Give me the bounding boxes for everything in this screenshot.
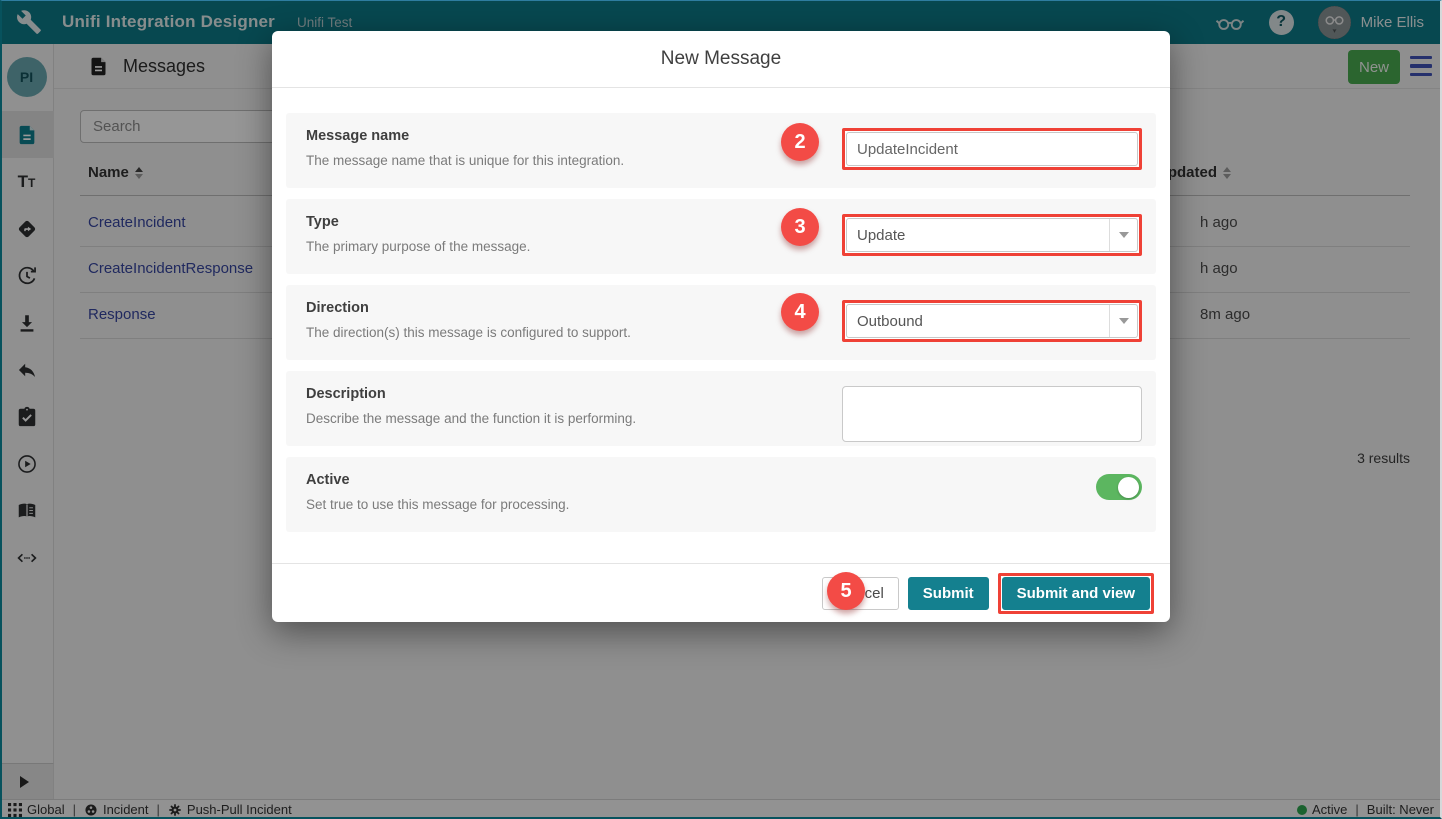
field-description: Set true to use this message for process… [306, 497, 570, 512]
chevron-down-icon [1118, 232, 1129, 238]
field-description: The direction(s) this message is configu… [306, 325, 631, 340]
field-description: The message name that is unique for this… [306, 153, 625, 168]
selected-value: Update [857, 226, 906, 244]
dialog-header: New Message [272, 31, 1170, 88]
field-row-direction: Direction The direction(s) this message … [286, 285, 1156, 360]
application-window: Unifi Integration Designer Unifi Test ? … [0, 0, 1442, 819]
red-highlight-box: Outbound [842, 300, 1142, 342]
selected-value: Outbound [857, 312, 923, 330]
field-label: Description [306, 386, 386, 402]
new-message-dialog: New Message Message name The message nam… [272, 31, 1170, 622]
annotation-step-2: 2 [781, 123, 819, 161]
submit-and-view-button[interactable]: Submit and view [1001, 576, 1150, 610]
field-label: Message name [306, 128, 410, 144]
message-name-input[interactable] [846, 132, 1138, 166]
field-label: Type [306, 214, 339, 230]
field-description: Describe the message and the function it… [306, 411, 637, 426]
active-toggle[interactable] [1096, 474, 1142, 500]
dropdown-button[interactable] [1109, 219, 1137, 251]
field-label: Direction [306, 300, 369, 316]
dropdown-button[interactable] [1109, 305, 1137, 337]
chevron-down-icon [1118, 318, 1129, 324]
dialog-title: New Message [660, 48, 782, 69]
annotation-step-4: 4 [781, 293, 819, 331]
field-row-type: Type The primary purpose of the message.… [286, 199, 1156, 274]
red-highlight-box: Update [842, 214, 1142, 256]
description-textarea[interactable] [842, 386, 1142, 442]
dialog-footer: Cancel Submit Submit and view [272, 563, 1170, 622]
direction-select[interactable]: Outbound [846, 304, 1138, 338]
annotation-step-5: 5 [827, 572, 865, 610]
field-row-message-name: Message name The message name that is un… [286, 113, 1156, 188]
field-label: Active [306, 472, 350, 488]
type-select[interactable]: Update [846, 218, 1138, 252]
submit-button[interactable]: Submit [907, 576, 989, 610]
red-highlight-box [842, 128, 1142, 170]
red-highlight-box: Submit and view [997, 572, 1154, 614]
annotation-step-3: 3 [781, 208, 819, 246]
field-row-description: Description Describe the message and the… [286, 371, 1156, 446]
field-row-active: Active Set true to use this message for … [286, 457, 1156, 532]
toggle-knob [1118, 476, 1139, 498]
field-description: The primary purpose of the message. [306, 239, 531, 254]
